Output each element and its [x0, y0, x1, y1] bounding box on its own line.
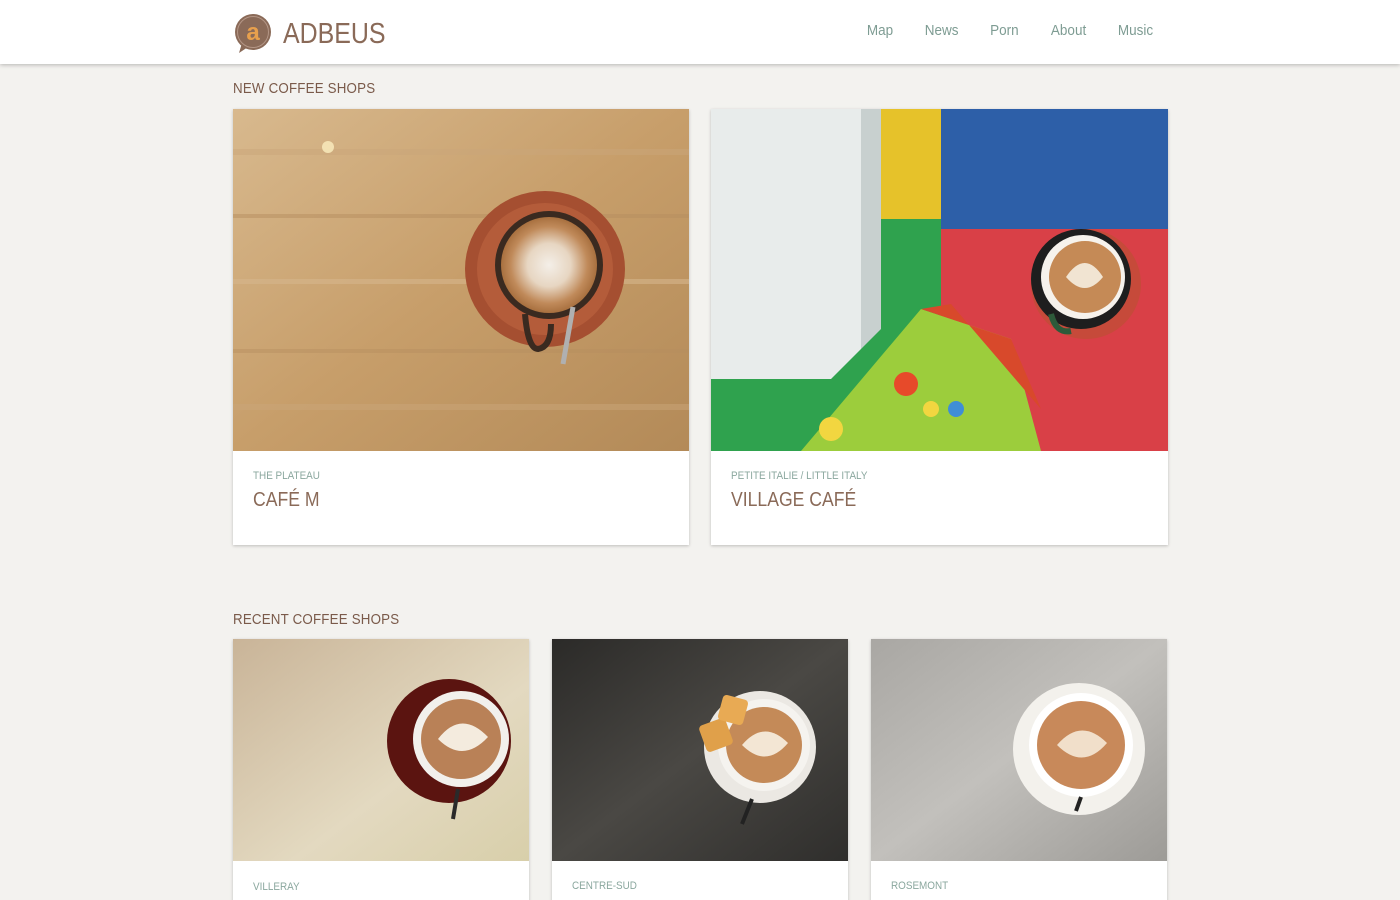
latte-on-wood-table-photo [233, 109, 689, 451]
brand-name: ADBEUS [283, 17, 386, 50]
nav-link-porn[interactable]: Porn [990, 22, 1019, 39]
logo-icon: a [233, 13, 273, 55]
card-neighbourhood: THE PLATEAU [253, 470, 320, 482]
nav-link-map[interactable]: Map [867, 22, 893, 39]
card-neighbourhood: CENTRE-SUD [572, 880, 637, 892]
card-neighbourhood: PETITE ITALIE / LITTLE ITALY [731, 470, 868, 482]
latte-on-colorful-foam-mat-photo [711, 109, 1168, 451]
section-title-recent: RECENT COFFEE SHOPS [233, 612, 400, 628]
latte-red-saucer-photo [233, 639, 529, 861]
nav-link-music[interactable]: Music [1118, 22, 1153, 39]
card-title: CAFÉ M [253, 489, 320, 511]
svg-text:a: a [246, 19, 260, 46]
card-neighbourhood: ROSEMONT [891, 880, 949, 892]
nav-link-news[interactable]: News [925, 22, 959, 39]
coffee-shop-card[interactable]: VILLERAY [233, 639, 529, 900]
nav-link-about[interactable]: About [1051, 22, 1086, 39]
latte-with-cookie-photo [552, 639, 848, 861]
coffee-shop-card[interactable]: PETITE ITALIE / LITTLE ITALY VILLAGE CAF… [711, 109, 1168, 545]
coffee-shop-card[interactable]: ROSEMONT [871, 639, 1167, 900]
section-title-new: NEW COFFEE SHOPS [233, 81, 376, 97]
card-neighbourhood: VILLERAY [253, 881, 300, 893]
latte-grey-table-photo [871, 639, 1167, 861]
main-nav: Map News Porn About Music [836, 22, 1153, 39]
site-logo[interactable]: a ADBEUS [233, 13, 402, 55]
site-header: a ADBEUS Map News Porn About Music [0, 0, 1400, 64]
coffee-shop-card[interactable]: THE PLATEAU CAFÉ M [233, 109, 689, 545]
card-title: VILLAGE CAFÉ [731, 489, 857, 511]
coffee-shop-card[interactable]: CENTRE-SUD [552, 639, 848, 900]
